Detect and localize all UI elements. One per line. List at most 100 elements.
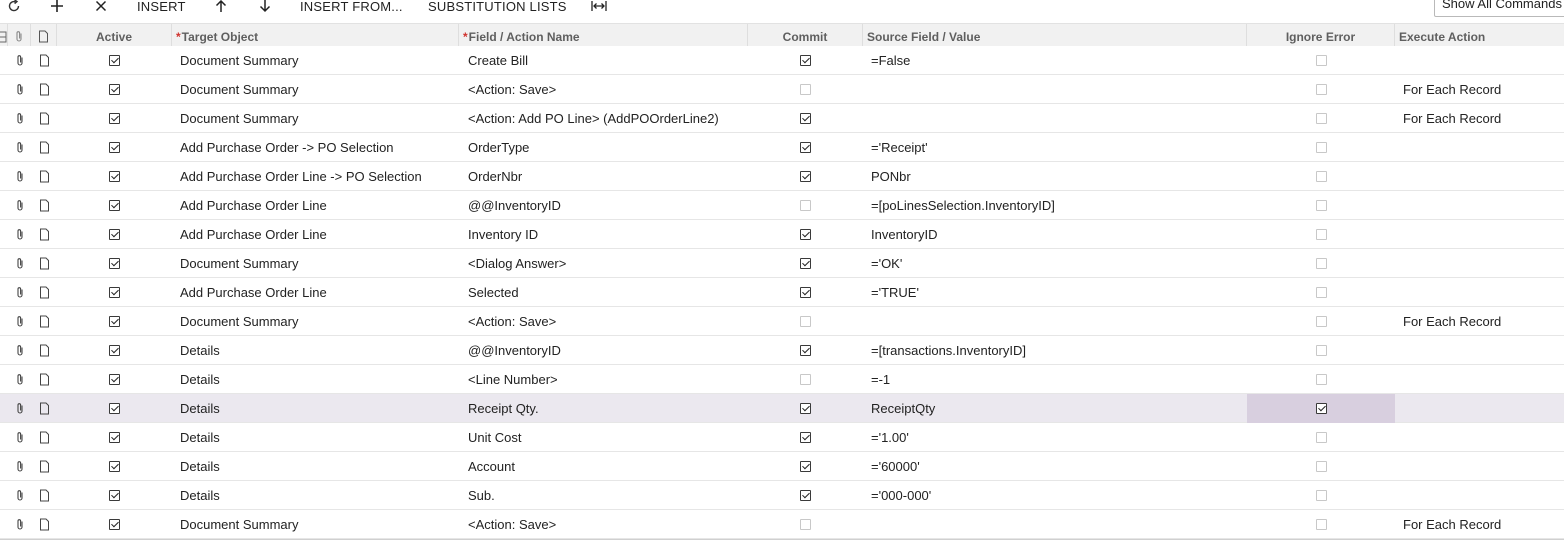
execute-action-cell[interactable]: For Each Record [1403, 75, 1564, 104]
commit-checkbox[interactable] [800, 316, 811, 328]
active-cell[interactable] [57, 365, 172, 394]
field-action-cell[interactable]: Sub. [468, 481, 748, 510]
table-row[interactable]: Document Summary <Action: Save> For Each R… [0, 75, 1564, 104]
field-action-cell[interactable]: <Action: Add PO Line> (AddPOOrderLine2) [468, 104, 748, 133]
ignore-error-checkbox[interactable] [1315, 171, 1327, 183]
ignore-error-cell[interactable] [1247, 452, 1395, 481]
commit-cell[interactable] [748, 278, 863, 307]
table-row[interactable]: Document Summary <Action: Save> For Each R… [0, 307, 1564, 336]
commit-checkbox[interactable] [800, 55, 811, 67]
active-checkbox[interactable] [109, 519, 120, 531]
active-cell[interactable] [57, 336, 172, 365]
ignore-error-checkbox[interactable] [1315, 461, 1327, 473]
commit-checkbox[interactable] [800, 84, 811, 96]
table-row[interactable]: Add Purchase Order Line -> PO Selection O… [0, 162, 1564, 191]
field-action-cell[interactable]: Receipt Qty. [468, 394, 748, 423]
fit-columns-icon[interactable] [590, 0, 608, 16]
active-checkbox[interactable] [109, 461, 120, 473]
execute-action-cell[interactable] [1403, 278, 1564, 307]
substitution-lists-button[interactable]: SUBSTITUTION LISTS [428, 0, 567, 16]
field-action-cell[interactable]: Inventory ID [468, 220, 748, 249]
attachment-cell[interactable] [8, 249, 31, 278]
commit-cell[interactable] [748, 46, 863, 75]
attachment-cell[interactable] [8, 481, 31, 510]
table-row[interactable]: Document Summary <Action: Add PO Line> (A… [0, 104, 1564, 133]
active-cell[interactable] [57, 510, 172, 539]
commit-cell[interactable] [748, 394, 863, 423]
commit-cell[interactable] [748, 481, 863, 510]
ignore-error-cell[interactable] [1247, 75, 1395, 104]
attachment-cell[interactable] [8, 336, 31, 365]
ignore-error-checkbox[interactable] [1315, 287, 1327, 299]
active-checkbox[interactable] [109, 374, 120, 386]
table-row[interactable]: Add Purchase Order Line Inventory ID Inven… [0, 220, 1564, 249]
active-cell[interactable] [57, 104, 172, 133]
execute-action-cell[interactable]: For Each Record [1403, 510, 1564, 539]
ignore-error-cell[interactable] [1247, 394, 1395, 423]
target-object-cell[interactable]: Details [180, 394, 459, 423]
note-cell[interactable] [31, 481, 57, 510]
active-checkbox[interactable] [109, 200, 120, 212]
move-up-icon[interactable] [213, 0, 229, 16]
ignore-error-cell[interactable] [1247, 365, 1395, 394]
source-value-cell[interactable] [871, 75, 1247, 104]
ignore-error-cell[interactable] [1247, 336, 1395, 365]
attachment-cell[interactable] [8, 46, 31, 75]
attachment-cell[interactable] [8, 394, 31, 423]
field-action-cell[interactable]: OrderType [468, 133, 748, 162]
target-object-cell[interactable]: Document Summary [180, 249, 459, 278]
insert-from-button[interactable]: INSERT FROM... [300, 0, 403, 16]
active-checkbox[interactable] [109, 142, 120, 154]
source-value-cell[interactable]: =[transactions.InventoryID] [871, 336, 1247, 365]
ignore-error-checkbox[interactable] [1315, 200, 1327, 212]
commit-cell[interactable] [748, 162, 863, 191]
attachment-cell[interactable] [8, 162, 31, 191]
ignore-error-checkbox[interactable] [1315, 142, 1327, 154]
table-row[interactable]: Details Account ='60000' [0, 452, 1564, 481]
field-action-cell[interactable]: Unit Cost [468, 423, 748, 452]
field-action-cell[interactable]: Create Bill [468, 46, 748, 75]
commit-cell[interactable] [748, 336, 863, 365]
execute-action-cell[interactable] [1403, 365, 1564, 394]
active-cell[interactable] [57, 46, 172, 75]
ignore-error-cell[interactable] [1247, 307, 1395, 336]
note-cell[interactable] [31, 191, 57, 220]
insert-button[interactable]: INSERT [137, 0, 186, 16]
active-checkbox[interactable] [109, 403, 120, 415]
note-cell[interactable] [31, 365, 57, 394]
source-value-cell[interactable]: InventoryID [871, 220, 1247, 249]
target-object-cell[interactable]: Details [180, 452, 459, 481]
commit-cell[interactable] [748, 452, 863, 481]
note-cell[interactable] [31, 452, 57, 481]
attachment-cell[interactable] [8, 423, 31, 452]
active-checkbox[interactable] [109, 287, 120, 299]
commit-cell[interactable] [748, 249, 863, 278]
note-cell[interactable] [31, 394, 57, 423]
commit-cell[interactable] [748, 133, 863, 162]
target-object-cell[interactable]: Document Summary [180, 510, 459, 539]
attachment-cell[interactable] [8, 75, 31, 104]
target-object-cell[interactable]: Document Summary [180, 75, 459, 104]
active-cell[interactable] [57, 133, 172, 162]
move-down-icon[interactable] [257, 0, 273, 16]
ignore-error-checkbox[interactable] [1315, 55, 1327, 67]
field-action-cell[interactable]: <Action: Save> [468, 510, 748, 539]
execute-action-cell[interactable]: For Each Record [1403, 307, 1564, 336]
ignore-error-cell[interactable] [1247, 133, 1395, 162]
field-action-cell[interactable]: Selected [468, 278, 748, 307]
execute-action-cell[interactable] [1403, 336, 1564, 365]
target-object-cell[interactable]: Details [180, 481, 459, 510]
target-object-cell[interactable]: Details [180, 336, 459, 365]
table-row[interactable]: Details Unit Cost ='1.00' [0, 423, 1564, 452]
note-cell[interactable] [31, 220, 57, 249]
target-object-cell[interactable]: Details [180, 365, 459, 394]
commit-checkbox[interactable] [800, 374, 811, 386]
field-action-cell[interactable]: <Action: Save> [468, 75, 748, 104]
active-checkbox[interactable] [109, 258, 120, 270]
source-value-cell[interactable]: ='000-000' [871, 481, 1247, 510]
target-object-cell[interactable]: Document Summary [180, 307, 459, 336]
source-value-cell[interactable] [871, 104, 1247, 133]
delete-row-icon[interactable] [93, 0, 109, 16]
attachment-cell[interactable] [8, 220, 31, 249]
ignore-error-checkbox[interactable] [1315, 258, 1327, 270]
